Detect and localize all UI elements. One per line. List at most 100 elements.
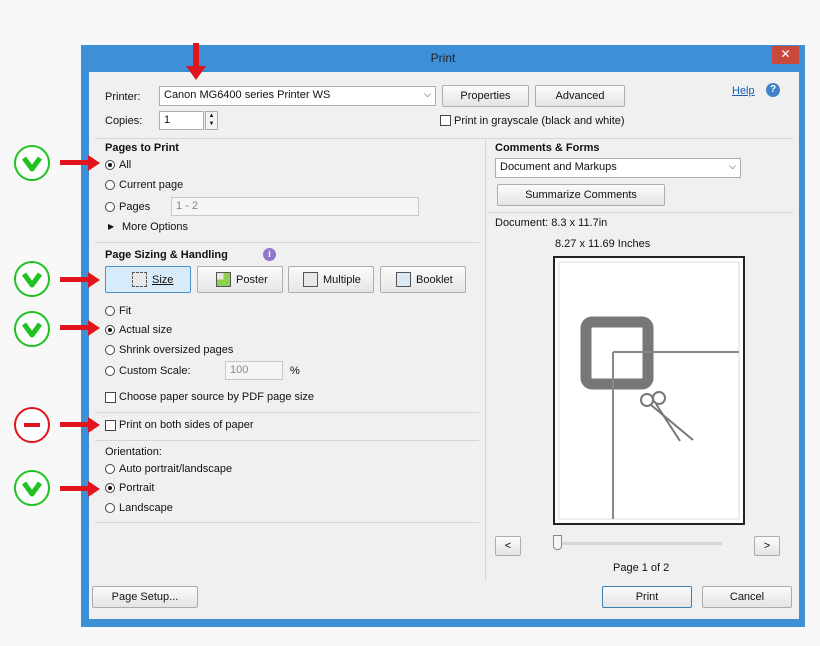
annotation-arrow-head xyxy=(88,272,100,288)
page-slider-thumb[interactable] xyxy=(553,535,562,550)
expand-arrow-icon[interactable]: ▶ xyxy=(108,222,114,231)
check-badge-icon xyxy=(14,311,50,347)
pages-to-print-heading: Pages to Print xyxy=(105,142,179,154)
duplex-checkbox[interactable] xyxy=(105,420,116,431)
more-options-link[interactable]: More Options xyxy=(122,221,188,233)
paper-size-label: 8.27 x 11.69 Inches xyxy=(555,238,651,250)
auto-orientation-label: Auto portrait/landscape xyxy=(119,463,233,475)
size-button[interactable]: Size xyxy=(105,266,191,293)
comments-forms-heading: Comments & Forms xyxy=(495,142,600,154)
minus-badge-icon xyxy=(14,407,50,443)
document-size-label: Document: 8.3 x 11.7in xyxy=(495,217,608,229)
size-button-label: Size xyxy=(152,274,174,286)
fit-label: Fit xyxy=(119,305,132,317)
grayscale-checkbox[interactable] xyxy=(440,115,451,126)
stepper-down-icon[interactable]: ▼ xyxy=(206,120,217,128)
check-badge-icon xyxy=(14,470,50,506)
help-link[interactable]: Help xyxy=(732,85,755,97)
copies-label: Copies: xyxy=(105,115,143,127)
minus-icon xyxy=(24,423,40,427)
annotation-arrow xyxy=(60,422,90,427)
annotation-arrow xyxy=(60,486,90,491)
paper-source-label: Choose paper source by PDF page size xyxy=(119,391,315,403)
annotation-arrow-head xyxy=(88,481,100,497)
copies-input[interactable]: 1 xyxy=(159,111,204,130)
properties-button[interactable]: Properties xyxy=(442,85,529,107)
check-badge-icon xyxy=(14,145,50,181)
annotation-arrow-head xyxy=(88,320,100,336)
copies-stepper[interactable]: ▲ ▼ xyxy=(205,111,218,130)
stepper-up-icon[interactable]: ▲ xyxy=(206,112,217,120)
all-pages-radio[interactable] xyxy=(105,160,115,170)
page-preview xyxy=(553,256,745,525)
pages-range-label: Pages xyxy=(119,201,151,213)
comments-select-value: Document and Markups xyxy=(500,161,617,173)
pages-range-input[interactable]: 1 - 2 xyxy=(171,197,419,216)
chevron-down-icon: ⌵ xyxy=(729,161,736,171)
printer-select-value: Canon MG6400 series Printer WS xyxy=(164,89,331,101)
check-badge-icon xyxy=(14,261,50,297)
annotation-arrow xyxy=(60,160,90,165)
pages-range-radio[interactable] xyxy=(105,202,115,212)
divider xyxy=(487,212,793,213)
actual-size-radio[interactable] xyxy=(105,325,115,335)
grayscale-label: Print in grayscale (black and white) xyxy=(454,115,625,127)
chevron-down-icon: ⌵ xyxy=(424,89,431,99)
advanced-button[interactable]: Advanced xyxy=(535,85,625,107)
divider xyxy=(95,242,479,243)
page-slider-track[interactable] xyxy=(557,542,722,545)
page-setup-button[interactable]: Page Setup... xyxy=(92,586,198,608)
printer-select[interactable]: Canon MG6400 series Printer WS ⌵ xyxy=(159,86,436,106)
booklet-button-label: Booklet xyxy=(416,274,453,286)
poster-icon xyxy=(216,272,231,287)
current-page-label: Current page xyxy=(119,179,184,191)
portrait-label: Portrait xyxy=(119,482,155,494)
custom-scale-input[interactable]: 100 xyxy=(225,361,283,380)
multiple-icon xyxy=(303,272,318,287)
percent-label: % xyxy=(290,365,300,377)
size-icon xyxy=(132,272,147,287)
divider xyxy=(95,138,793,139)
booklet-icon xyxy=(396,272,411,287)
orientation-heading: Orientation: xyxy=(105,446,162,458)
comments-select[interactable]: Document and Markups ⌵ xyxy=(495,158,741,178)
all-pages-label: All xyxy=(119,159,132,171)
next-page-button[interactable]: > xyxy=(754,536,780,556)
annotation-arrow xyxy=(60,325,90,330)
cancel-button[interactable]: Cancel xyxy=(702,586,792,608)
paper-source-checkbox[interactable] xyxy=(105,392,116,403)
shrink-oversized-label: Shrink oversized pages xyxy=(119,344,234,356)
page-indicator: Page 1 of 2 xyxy=(613,562,670,574)
portrait-radio[interactable] xyxy=(105,483,115,493)
annotation-arrow xyxy=(60,277,90,282)
divider xyxy=(95,522,479,523)
landscape-radio[interactable] xyxy=(105,503,115,513)
page-sizing-heading: Page Sizing & Handling xyxy=(105,249,228,261)
poster-button-label: Poster xyxy=(236,274,268,286)
prev-page-button[interactable]: < xyxy=(495,536,521,556)
landscape-label: Landscape xyxy=(119,502,173,514)
print-button[interactable]: Print xyxy=(602,586,692,608)
annotation-arrow-head xyxy=(88,155,100,171)
multiple-button[interactable]: Multiple xyxy=(288,266,374,293)
actual-size-label: Actual size xyxy=(119,324,173,336)
divider xyxy=(95,412,479,413)
summarize-comments-button[interactable]: Summarize Comments xyxy=(497,184,665,206)
help-icon[interactable]: ? xyxy=(766,83,780,97)
auto-orientation-radio[interactable] xyxy=(105,464,115,474)
shrink-oversized-radio[interactable] xyxy=(105,345,115,355)
custom-scale-radio[interactable] xyxy=(105,366,115,376)
booklet-button[interactable]: Booklet xyxy=(380,266,466,293)
annotation-arrow-head xyxy=(88,417,100,433)
annotation-arrow-down-head xyxy=(186,66,206,80)
info-icon[interactable]: i xyxy=(263,248,276,261)
multiple-button-label: Multiple xyxy=(323,274,361,286)
printer-label: Printer: xyxy=(105,91,141,103)
current-page-radio[interactable] xyxy=(105,180,115,190)
preview-page-image xyxy=(558,261,740,520)
custom-scale-label: Custom Scale: xyxy=(119,365,191,377)
fit-radio[interactable] xyxy=(105,306,115,316)
poster-button[interactable]: Poster xyxy=(197,266,283,293)
divider xyxy=(95,440,479,441)
close-button[interactable]: ✕ xyxy=(772,46,799,64)
